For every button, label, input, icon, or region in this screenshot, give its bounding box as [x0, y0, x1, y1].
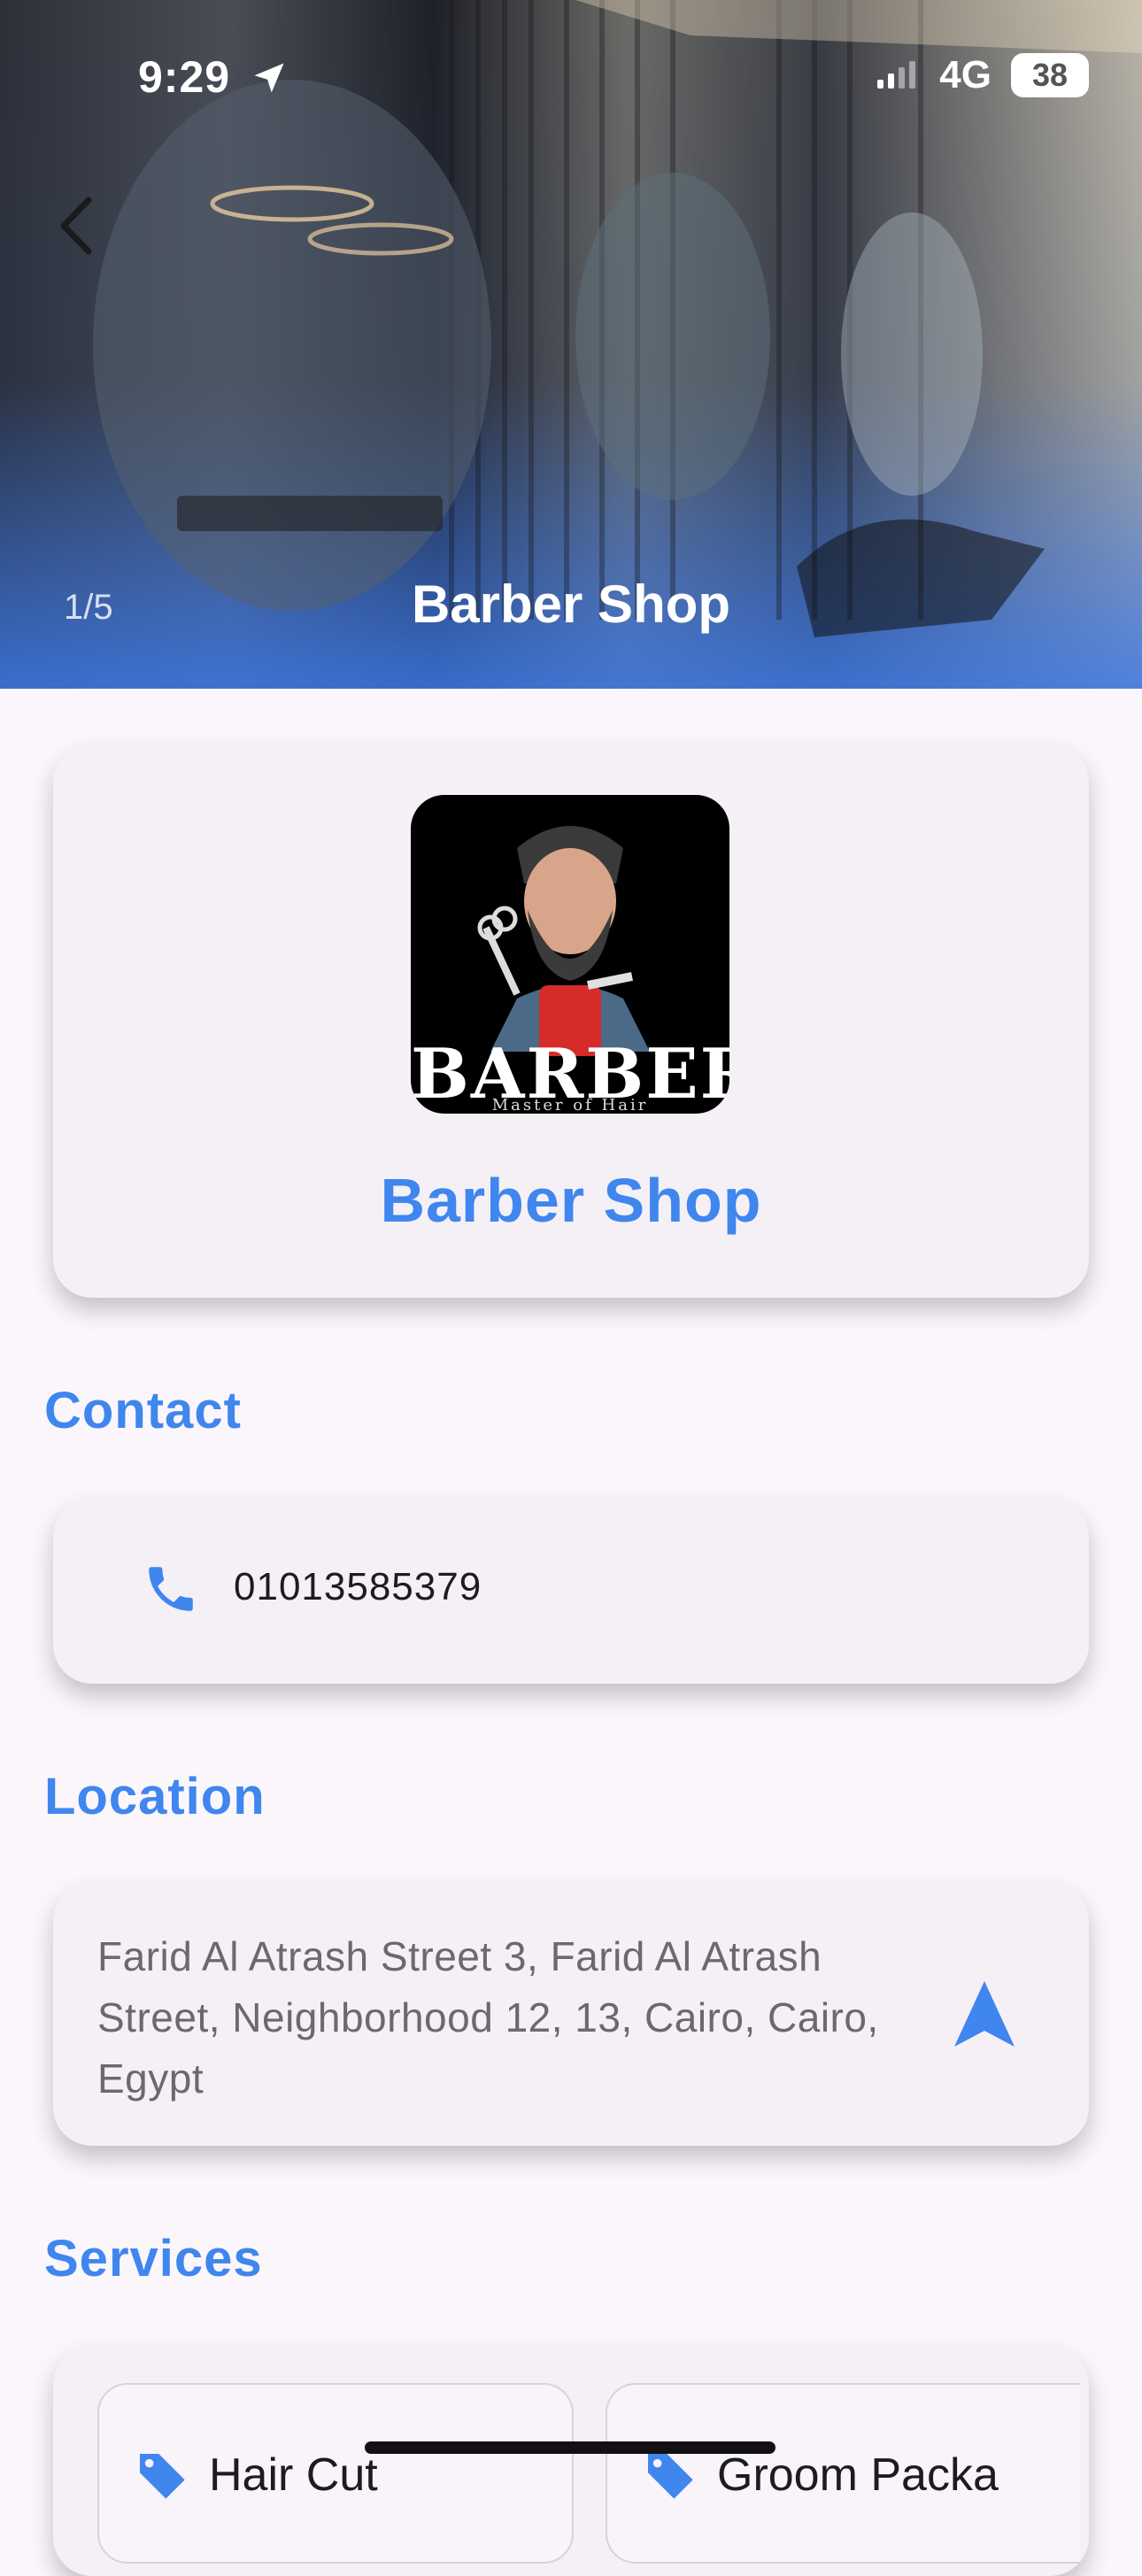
- phone-icon: [149, 1567, 193, 1611]
- logo-tagline: Master of Hair: [491, 1096, 649, 1114]
- service-chip[interactable]: Groom Packa: [606, 2383, 1080, 2564]
- location-heading: Location: [44, 1768, 266, 1825]
- phone-number[interactable]: 01013585379: [234, 1565, 482, 1609]
- service-label: Groom Packa: [717, 2449, 999, 2501]
- tag-icon: [137, 2454, 185, 2499]
- shop-name: Barber Shop: [380, 1166, 762, 1235]
- services-card: Hair Cut Groom Packa: [53, 2346, 1089, 2576]
- location-card[interactable]: Farid Al Atrash Street 3, Farid Al Atras…: [53, 1882, 1089, 2146]
- navigate-icon[interactable]: [953, 1979, 1016, 2050]
- home-indicator[interactable]: [365, 2441, 775, 2454]
- service-label: Hair Cut: [209, 2449, 378, 2501]
- shop-profile-card: BARBER Master of Hair Barber Shop: [53, 744, 1089, 1298]
- address-text: Farid Al Atrash Street 3, Farid Al Atras…: [97, 1933, 879, 2102]
- location-arrow-icon: [254, 63, 284, 93]
- network-type: 4G: [939, 53, 992, 96]
- hero-image-carousel[interactable]: 9:29 4G 38 1/5 Barber Shop: [0, 0, 1142, 689]
- battery-level: 38: [1011, 53, 1089, 97]
- back-chevron-icon[interactable]: [55, 195, 99, 257]
- contact-card[interactable]: 01013585379: [53, 1498, 1089, 1684]
- contact-heading: Contact: [44, 1382, 242, 1439]
- hero-title: Barber Shop: [411, 575, 731, 634]
- status-time: 9:29: [138, 52, 231, 102]
- service-chip[interactable]: Hair Cut: [97, 2383, 574, 2564]
- tag-icon: [645, 2454, 693, 2499]
- services-heading: Services: [44, 2230, 263, 2287]
- shop-logo: BARBER Master of Hair: [411, 795, 729, 1114]
- signal-icon: [877, 61, 916, 89]
- status-bar-right: 4G 38: [876, 53, 1089, 97]
